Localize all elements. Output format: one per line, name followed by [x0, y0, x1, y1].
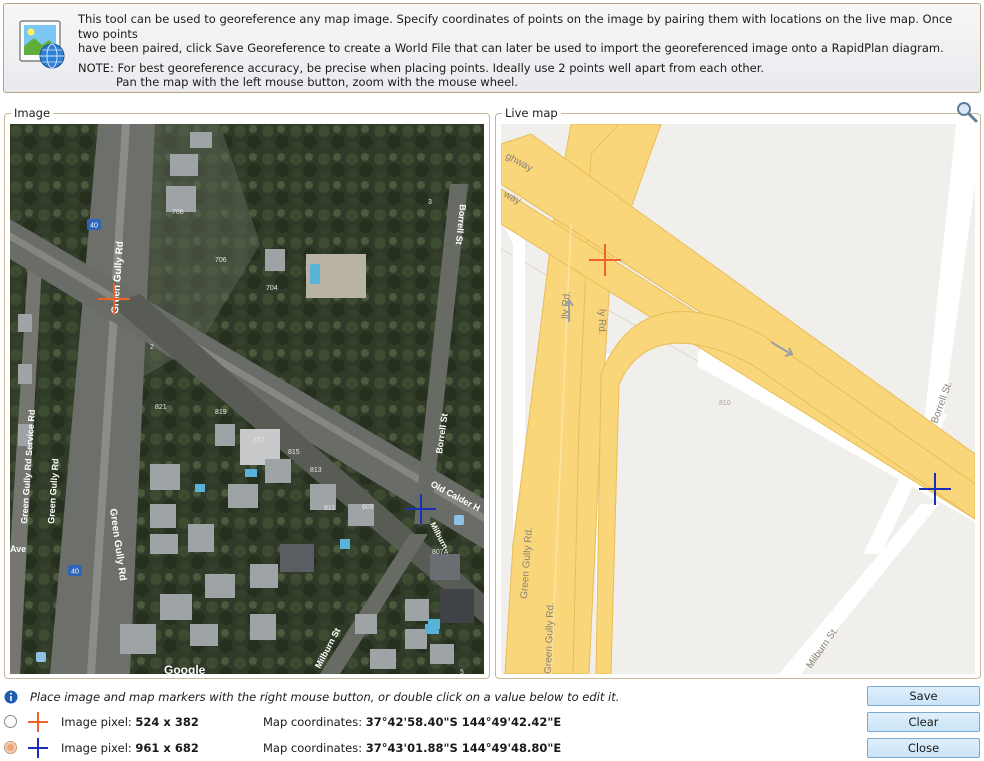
lot-813: 813 — [310, 467, 322, 474]
info-icon — [4, 690, 18, 704]
route-shield-2: 40 — [68, 565, 82, 576]
close-button[interactable]: Close — [867, 738, 980, 758]
lot-3: 3 — [428, 199, 432, 206]
clear-button[interactable]: Clear — [867, 712, 980, 732]
image-group: Image Green Gully Rd Green Gully Rd Gree… — [4, 106, 490, 679]
point-1-pixel-value[interactable]: 524 x 382 — [135, 715, 198, 729]
map-label-gully-2: ly Rd. — [596, 309, 607, 335]
info-text: This tool can be used to georeference an… — [78, 12, 974, 90]
lot-819: 819 — [215, 409, 227, 416]
aerial-image-pane[interactable]: Green Gully Rd Green Gully Rd Green Gull… — [10, 124, 484, 674]
point-1-radio[interactable] — [4, 715, 17, 728]
route-shield-1: 40 — [87, 219, 101, 230]
point-2-coord-label: Map coordinates: — [263, 741, 363, 755]
point-1-pixel: Image pixel: 524 x 382 — [61, 715, 199, 729]
point-2-radio[interactable] — [4, 741, 17, 754]
google-watermark: Google — [164, 663, 206, 674]
lot-2: 2 — [150, 344, 154, 351]
info-line-1: This tool can be used to georeference an… — [78, 12, 953, 41]
lot-809: 809 — [362, 504, 374, 511]
image-group-title: Image — [11, 106, 54, 120]
live-map-group: Live map ghway way lly Rd. ly Rd. Green … — [495, 106, 981, 679]
info-line-2: have been paired, click Save Georeferenc… — [78, 41, 944, 55]
live-map: ghway way lly Rd. ly Rd. Green Gully Rd.… — [501, 124, 975, 674]
lot-807a: 807A — [432, 549, 449, 556]
aerial-label-ave: Ave — [10, 544, 26, 554]
aerial-image: Green Gully Rd Green Gully Rd Green Gull… — [10, 124, 484, 674]
point-2-pixel-label: Image pixel: — [61, 741, 132, 755]
lot-817: 817 — [253, 437, 265, 444]
lot-5: 5 — [460, 669, 464, 674]
point-1-pixel-label: Image pixel: — [61, 715, 132, 729]
magnifier-icon[interactable] — [955, 100, 979, 124]
point-1-coords: Map coordinates: 37°42'58.40"S 144°49'42… — [263, 715, 561, 729]
georeference-globe-icon — [19, 20, 65, 69]
svg-text:40: 40 — [71, 569, 79, 576]
info-pan-hint: Pan the map with the left mouse button, … — [116, 75, 518, 89]
poi-icon-2 — [454, 515, 464, 525]
info-panel: This tool can be used to georeference an… — [3, 3, 981, 93]
point-2-pixel: Image pixel: 961 x 682 — [61, 741, 199, 755]
lot-821: 821 — [155, 404, 167, 411]
lot-811: 811 — [324, 505, 335, 512]
info-note: NOTE: For best georeference accuracy, be… — [78, 60, 765, 75]
live-map-group-title: Live map — [502, 106, 561, 120]
point-1-marker-icon — [28, 712, 48, 732]
lot-704: 704 — [266, 285, 278, 292]
point-2-pixel-value[interactable]: 961 x 682 — [135, 741, 198, 755]
point-1-coord-value[interactable]: 37°42'58.40"S 144°49'42.42"E — [366, 715, 561, 729]
point-2-coords: Map coordinates: 37°43'01.88"S 144°49'48… — [263, 741, 561, 755]
point-row-1: Image pixel: 524 x 382 Map coordinates: … — [4, 712, 854, 732]
point-2-marker-icon — [28, 738, 48, 758]
hint-text: Place image and map markers with the rig… — [30, 690, 620, 704]
point-row-2: Image pixel: 961 x 682 Map coordinates: … — [4, 738, 854, 758]
live-map-pane[interactable]: ghway way lly Rd. ly Rd. Green Gully Rd.… — [501, 124, 975, 674]
point-1-coord-label: Map coordinates: — [263, 715, 363, 729]
lot-706: 706 — [215, 257, 227, 264]
save-button[interactable]: Save — [867, 686, 980, 706]
hint-row: Place image and map markers with the rig… — [4, 688, 619, 706]
poi-icon — [36, 652, 46, 662]
map-label-lot-810: 810 — [719, 400, 731, 407]
lot-815: 815 — [288, 449, 300, 456]
lot-708: 708 — [172, 209, 184, 216]
svg-text:40: 40 — [90, 223, 98, 230]
point-2-coord-value[interactable]: 37°43'01.88"S 144°49'48.80"E — [366, 741, 561, 755]
